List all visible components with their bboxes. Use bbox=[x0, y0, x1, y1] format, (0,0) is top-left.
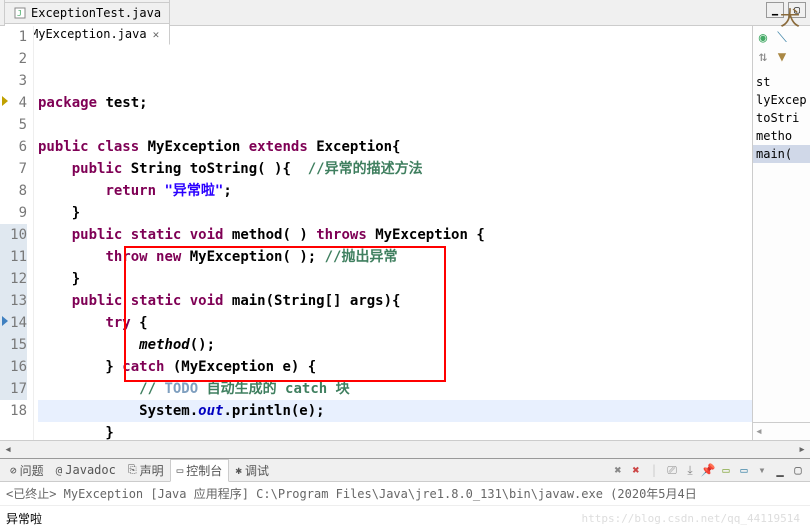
ctab-label: 控制台 bbox=[186, 462, 222, 479]
scroll-lock-icon[interactable]: ⤓ bbox=[682, 462, 698, 478]
scroll-left-arrow-icon[interactable]: ◂ bbox=[0, 442, 16, 458]
tab-icon: ▭ bbox=[177, 464, 184, 477]
console-output: 异常啦 bbox=[0, 506, 810, 531]
remove-all-icon[interactable]: ✖ bbox=[628, 462, 644, 478]
code-line[interactable]: return "异常啦"; bbox=[38, 180, 752, 202]
code-line[interactable]: public static void method( ) throws MyEx… bbox=[38, 224, 752, 246]
dropdown-icon[interactable]: ▾ bbox=[754, 462, 770, 478]
code-line[interactable]: try { bbox=[38, 312, 752, 334]
console-tab[interactable]: ✱调试 bbox=[229, 459, 275, 481]
console-tab[interactable]: ⎘声明 bbox=[122, 459, 170, 481]
code-line[interactable]: public String toString( ){ //异常的描述方法 bbox=[38, 158, 752, 180]
pin-icon[interactable]: 📌 bbox=[700, 462, 716, 478]
outline-item[interactable]: main( bbox=[753, 145, 810, 163]
code-area[interactable]: package test; public class MyException ex… bbox=[34, 26, 752, 440]
clear-icon[interactable]: ⎚ bbox=[664, 462, 680, 478]
tab-icon: ✱ bbox=[235, 464, 242, 477]
decorative-glyph: 犬 bbox=[780, 2, 800, 31]
divider: | bbox=[646, 462, 662, 478]
svg-text:J: J bbox=[17, 9, 22, 18]
wand-icon[interactable]: ⟍ bbox=[774, 30, 790, 46]
code-line[interactable]: throw new MyException( ); //抛出异常 bbox=[38, 246, 752, 268]
java-file-icon: J bbox=[13, 6, 27, 20]
outline-item[interactable]: st bbox=[753, 73, 810, 91]
outline-item[interactable]: lyExcep bbox=[753, 91, 810, 109]
code-line[interactable]: package test; bbox=[38, 92, 752, 114]
ctab-label: 调试 bbox=[245, 462, 269, 479]
outline-item[interactable]: toStri bbox=[753, 109, 810, 127]
editor-tabs-bar: JA.javaJExceptionTest.javaJMyException.j… bbox=[0, 0, 810, 26]
code-line[interactable]: } bbox=[38, 422, 752, 440]
ctab-label: 问题 bbox=[20, 462, 44, 479]
tab-icon: @ bbox=[56, 464, 63, 477]
min-icon[interactable]: ▁ bbox=[772, 462, 788, 478]
outline-item[interactable]: metho bbox=[753, 127, 810, 145]
code-line[interactable]: } bbox=[38, 202, 752, 224]
code-line[interactable]: // TODO 自动生成的 catch 块 bbox=[38, 378, 752, 400]
max-icon[interactable]: ▢ bbox=[790, 462, 806, 478]
code-line[interactable]: } catch (MyException e) { bbox=[38, 356, 752, 378]
display-icon[interactable]: ▭ bbox=[718, 462, 734, 478]
sort-icon[interactable]: ⇅ bbox=[755, 49, 771, 65]
code-line[interactable]: System.out.println(e); bbox=[38, 400, 752, 422]
console-tabs-bar: ⊘问题@Javadoc⎘声明▭控制台✱调试 ✖ ✖ | ⎚ ⤓ 📌 ▭ ▭ ▾ … bbox=[0, 458, 810, 482]
code-line[interactable]: public class MyException extends Excepti… bbox=[38, 136, 752, 158]
code-line[interactable]: method(); bbox=[38, 334, 752, 356]
console-toolbar: ✖ ✖ | ⎚ ⤓ 📌 ▭ ▭ ▾ ▁ ▢ bbox=[610, 462, 806, 478]
editor-tab[interactable]: J ExceptionTest.java bbox=[4, 2, 170, 23]
console-status: <已终止> MyException [Java 应用程序] C:\Program… bbox=[0, 482, 810, 506]
scroll-right-arrow-icon[interactable]: ▸ bbox=[794, 442, 810, 458]
ctab-label: 声明 bbox=[140, 462, 164, 479]
line-gutter: 123456789101112131415161718 bbox=[0, 26, 34, 440]
outline-pane: ◉ ⟍ ⇅ ▼ stlyExceptoStrimethomain( ◂ bbox=[752, 26, 810, 440]
code-line[interactable]: public static void main(String[] args){ bbox=[38, 290, 752, 312]
ctab-label: Javadoc bbox=[65, 463, 116, 477]
tab-icon: ⊘ bbox=[10, 464, 17, 477]
focus-icon[interactable]: ◉ bbox=[755, 30, 771, 46]
horizontal-scrollbar[interactable]: ◂ ▸ bbox=[0, 440, 810, 458]
scroll-left-icon[interactable]: ◂ bbox=[755, 424, 763, 439]
filter-icon[interactable]: ▼ bbox=[774, 49, 790, 65]
code-line[interactable]: } bbox=[38, 268, 752, 290]
console-tab[interactable]: ⊘问题 bbox=[4, 459, 50, 481]
code-editor[interactable]: 123456789101112131415161718 package test… bbox=[0, 26, 752, 440]
console-tab[interactable]: ▭控制台 bbox=[170, 459, 230, 482]
open-console-icon[interactable]: ▭ bbox=[736, 462, 752, 478]
code-line[interactable] bbox=[38, 114, 752, 136]
console-tab[interactable]: @Javadoc bbox=[50, 459, 122, 481]
tab-icon: ⎘ bbox=[128, 463, 137, 477]
tab-label: ExceptionTest.java bbox=[31, 6, 161, 20]
remove-icon[interactable]: ✖ bbox=[610, 462, 626, 478]
